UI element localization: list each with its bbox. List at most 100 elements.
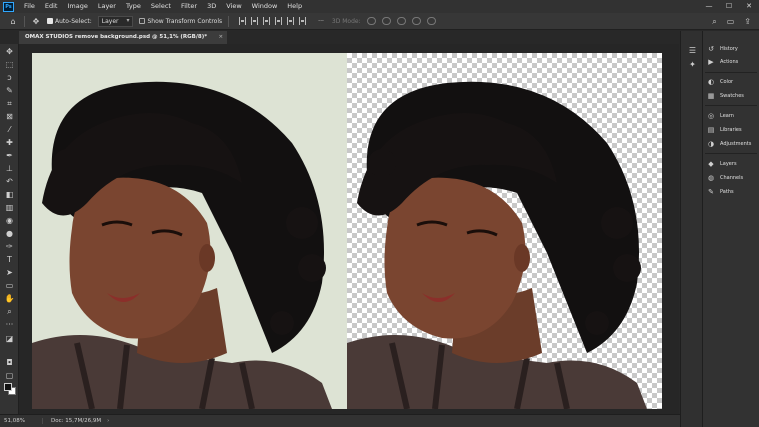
collapsed-panel-strip: ☰ ✦ <box>680 31 702 427</box>
panel-label: Learn <box>720 113 734 119</box>
panel-libraries[interactable]: ▤ Libraries <box>707 124 759 136</box>
3d-rotate-icon[interactable] <box>366 17 376 25</box>
menu-3d[interactable]: 3D <box>202 0 221 13</box>
home-icon[interactable]: ⌂ <box>8 16 18 26</box>
align-middle-icon[interactable] <box>287 17 295 25</box>
blur-tool-icon[interactable]: ◉ <box>4 215 15 226</box>
more-options-button[interactable]: ··· <box>318 18 324 25</box>
auto-select-checkbox[interactable] <box>47 18 53 24</box>
layers-icon: ◆ <box>708 160 714 168</box>
crop-tool-icon[interactable]: ⌗ <box>4 98 15 109</box>
menu-type[interactable]: Type <box>121 0 146 13</box>
rectangle-tool-icon[interactable]: ▭ <box>4 280 15 291</box>
move-tool-icon[interactable]: ✥ <box>4 46 15 57</box>
color-swatches[interactable] <box>3 382 17 396</box>
layer-select-value[interactable]: Layer <box>97 15 134 27</box>
dodge-tool-icon[interactable]: ● <box>4 228 15 239</box>
show-transform-checkbox[interactable] <box>139 18 146 24</box>
menu-edit[interactable]: Edit <box>40 0 63 13</box>
menu-window[interactable]: Window <box>247 0 283 13</box>
status-menu-icon[interactable]: › <box>107 418 109 424</box>
type-tool-icon[interactable]: T <box>4 254 15 265</box>
auto-select-option[interactable]: Auto-Select: <box>47 18 92 25</box>
panel-paths[interactable]: ✎ Paths <box>707 186 759 198</box>
panel-label: Libraries <box>720 127 742 133</box>
gradient-tool-icon[interactable]: ▥ <box>4 202 15 213</box>
align-center-icon[interactable] <box>251 17 259 25</box>
document-size: Doc: 15,7M/26,9M <box>42 418 101 424</box>
zoom-level[interactable]: 51,08% <box>0 418 42 424</box>
pen-tool-icon[interactable]: ✑ <box>4 241 15 252</box>
minimize-icon[interactable]: — <box>699 0 719 13</box>
show-transform-option[interactable]: Show Transform Controls <box>139 18 222 25</box>
default-colors-icon[interactable]: ◪ <box>4 333 15 344</box>
document-tabs: OMAX STUDIOS remove background.psd @ 51,… <box>19 31 679 44</box>
zoom-tool-icon[interactable]: ⌕ <box>4 306 15 317</box>
canvas-area[interactable] <box>19 44 679 414</box>
panel-dock: ↺ History ▶ Actions ◐ Color ▦ Swatches ◎… <box>702 31 759 427</box>
3d-pan-icon[interactable] <box>396 17 406 25</box>
properties-icon[interactable]: ☰ <box>687 45 698 56</box>
menu-layer[interactable]: Layer <box>93 0 121 13</box>
paths-icon: ✎ <box>708 188 714 196</box>
marquee-tool-icon[interactable]: ⬚ <box>4 59 15 70</box>
panel-actions[interactable]: ▶ Actions <box>707 56 759 68</box>
panel-label: Layers <box>720 161 737 167</box>
lasso-tool-icon[interactable]: ↄ <box>4 72 15 83</box>
foreground-color-swatch[interactable] <box>4 383 12 391</box>
photoshop-logo-icon[interactable]: Ps <box>3 1 14 12</box>
maximize-icon[interactable]: ☐ <box>719 0 739 13</box>
layer-select[interactable]: Layer <box>97 15 134 27</box>
align-left-icon[interactable] <box>239 17 247 25</box>
eyedropper-tool-icon[interactable]: ⁄ <box>4 124 15 135</box>
quick-select-tool-icon[interactable]: ✎ <box>4 85 15 96</box>
frame-tool-icon[interactable]: ⊠ <box>4 111 15 122</box>
align-buttons <box>239 17 307 25</box>
menu-file[interactable]: File <box>19 0 40 13</box>
menu-image[interactable]: Image <box>62 0 92 13</box>
3d-roll-icon[interactable] <box>381 17 391 25</box>
align-right-icon[interactable] <box>263 17 271 25</box>
window-controls: — ☐ ✕ <box>699 0 759 13</box>
panel-layers[interactable]: ◆ Layers <box>707 158 759 170</box>
panel-channels[interactable]: ◍ Channels <box>707 172 759 184</box>
panel-swatches[interactable]: ▦ Swatches <box>707 90 759 102</box>
3d-mode-group: 3D Mode: <box>332 17 436 25</box>
quick-mask-icon[interactable]: ◘ <box>4 357 15 368</box>
menu-filter[interactable]: Filter <box>176 0 202 13</box>
3d-slide-icon[interactable] <box>411 17 421 25</box>
move-tool-icon[interactable]: ✥ <box>31 16 41 26</box>
align-top-icon[interactable] <box>275 17 283 25</box>
libraries-icon: ▤ <box>707 126 715 134</box>
document-canvas[interactable] <box>32 53 662 409</box>
eraser-tool-icon[interactable]: ◧ <box>4 189 15 200</box>
align-bottom-icon[interactable] <box>299 17 307 25</box>
workspace-icon[interactable]: ▭ <box>727 17 735 26</box>
menu-select[interactable]: Select <box>146 0 176 13</box>
menu-help[interactable]: Help <box>282 0 307 13</box>
menu-view[interactable]: View <box>221 0 246 13</box>
search-icon[interactable]: ⌕ <box>712 17 716 27</box>
panel-learn[interactable]: ◎ Learn <box>707 110 759 122</box>
history-brush-tool-icon[interactable]: ↶ <box>4 176 15 187</box>
screen-mode-icon[interactable]: ▢ <box>4 370 15 381</box>
hand-tool-icon[interactable]: ✋ <box>4 293 15 304</box>
share-icon[interactable]: ⇪ <box>744 17 751 26</box>
options-right: ⌕ ▭ ⇪ <box>712 13 751 30</box>
path-selection-tool-icon[interactable]: ➤ <box>4 267 15 278</box>
document-tab-title: OMAX STUDIOS remove background.psd @ 51,… <box>25 34 208 40</box>
document-tab[interactable]: OMAX STUDIOS remove background.psd @ 51,… <box>19 31 228 44</box>
3d-scale-icon[interactable] <box>426 17 436 25</box>
close-icon[interactable]: ✕ <box>739 0 759 13</box>
show-transform-label: Show Transform Controls <box>147 17 223 25</box>
panel-adjustments[interactable]: ◑ Adjustments <box>707 138 759 150</box>
divider <box>705 105 757 106</box>
panel-color[interactable]: ◐ Color <box>707 76 759 88</box>
healing-brush-tool-icon[interactable]: ✚ <box>4 137 15 148</box>
brush-tool-icon[interactable]: ✒ <box>4 150 15 161</box>
panel-history[interactable]: ↺ History <box>707 43 759 55</box>
more-tools-icon[interactable]: ··· <box>4 319 15 330</box>
brush-settings-icon[interactable]: ✦ <box>687 59 698 70</box>
clone-stamp-tool-icon[interactable]: ⊥ <box>4 163 15 174</box>
close-tab-icon[interactable]: × <box>218 31 223 44</box>
